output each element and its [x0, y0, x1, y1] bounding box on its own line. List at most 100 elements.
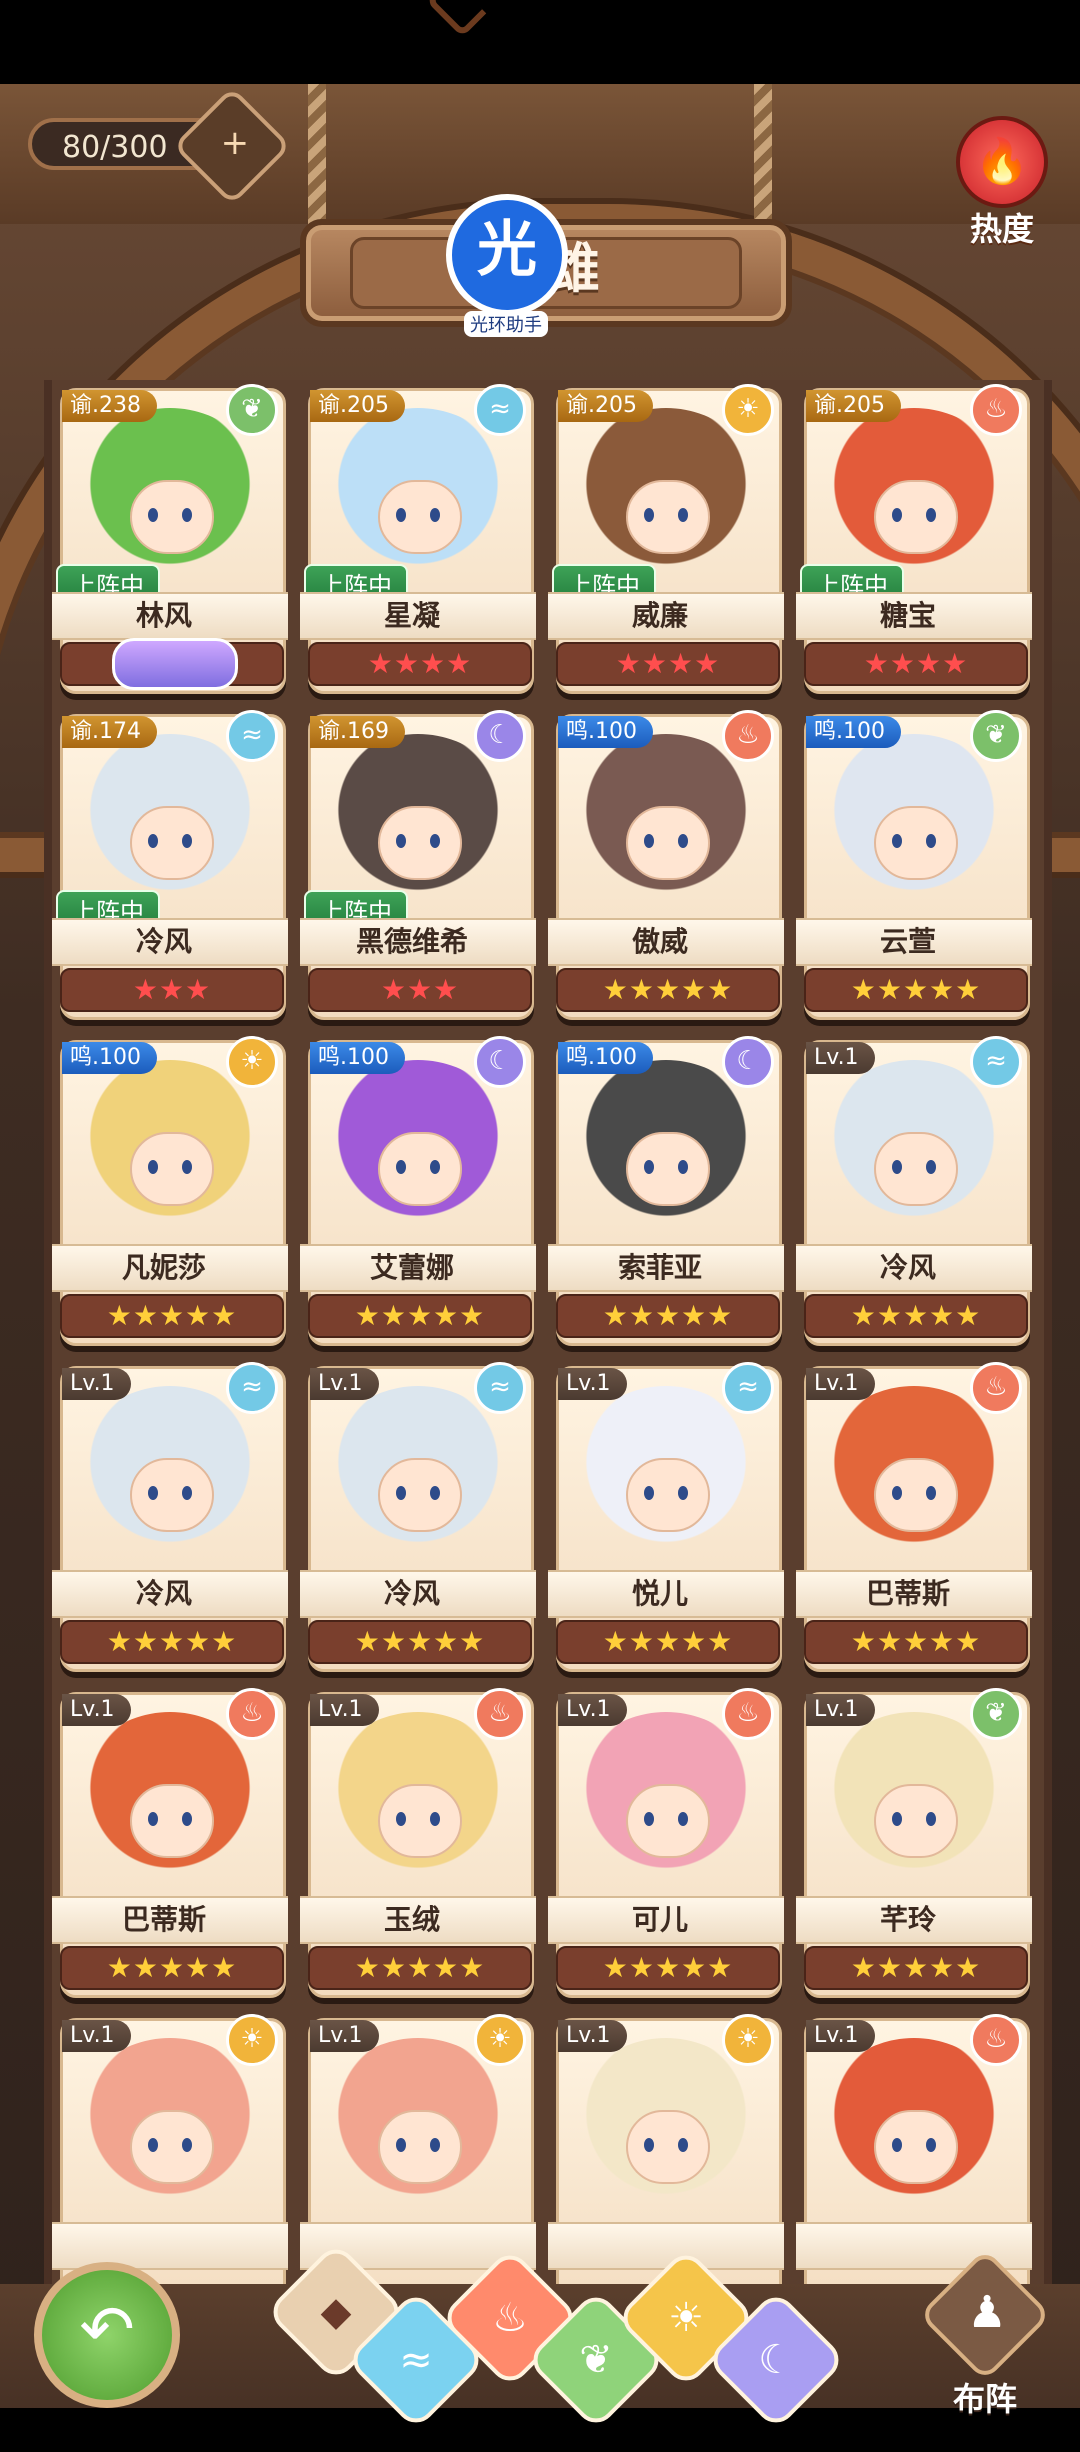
hero-eye	[430, 1160, 440, 1174]
hero-card[interactable]: 谕.174 ≈ 上阵中 冷风 ★★★	[52, 706, 300, 1032]
name-ribbon: 索菲亚	[548, 1244, 784, 1292]
formation-label: 布阵	[952, 2380, 1017, 2418]
level-tag: Lv.1	[310, 1368, 379, 1400]
hero-eye	[182, 1486, 192, 1500]
hero-name: 黑德维希	[355, 925, 468, 958]
star-rating: ★★★	[132, 973, 212, 1006]
hero-card[interactable]: Lv.1 ♨ 巴蒂斯 ★★★★★	[796, 1358, 1044, 1684]
hero-face	[874, 1784, 958, 1858]
popularity-button[interactable]: 🔥 热度	[952, 116, 1052, 250]
level-tag: Lv.1	[558, 1368, 627, 1400]
hero-card[interactable]: Lv.1 ≈ 冷风 ★★★★★	[796, 1032, 1044, 1358]
name-ribbon: 冷风	[52, 1570, 288, 1618]
level-tag: 谕.205	[310, 390, 405, 422]
hero-face	[874, 1458, 958, 1532]
hero-eye	[678, 1812, 688, 1826]
hero-card[interactable]: Lv.1 ≈ 冷风 ★★★★★	[52, 1358, 300, 1684]
level-tag: Lv.1	[62, 2020, 131, 2052]
hero-card[interactable]: 鸣.100 ☾ 艾蕾娜 ★★★★★	[300, 1032, 548, 1358]
hero-card[interactable]: 鸣.100 ❦ 云萱 ★★★★★	[796, 706, 1044, 1032]
hero-eye	[892, 508, 902, 522]
hero-card[interactable]: Lv.1 ❦ 芊玲 ★★★★★	[796, 1684, 1044, 2010]
hero-eye	[926, 2138, 936, 2152]
hero-name: 芊玲	[879, 1903, 936, 1936]
hero-name: 糖宝	[879, 599, 936, 632]
plus-icon: +	[220, 123, 250, 164]
level-tag: Lv.1	[806, 2020, 875, 2052]
level-tag: 谕.169	[310, 716, 405, 748]
hero-card[interactable]: 鸣.100 ♨ 傲威 ★★★★★	[548, 706, 796, 1032]
star-rating: ★★★★★	[106, 1299, 238, 1332]
hero-card[interactable]: 谕.238 ❦ 上阵中 林风 ★★★★	[52, 380, 300, 706]
hero-face	[378, 806, 462, 880]
hero-card[interactable]: Lv.1 ≈ 冷风 ★★★★★	[300, 1358, 548, 1684]
hero-card[interactable]: Lv.1 ♨ 玉绒 ★★★★★	[300, 1684, 548, 2010]
hero-eye	[182, 1160, 192, 1174]
star-bar: ★★★★	[308, 642, 532, 686]
star-rating: ★★★★★	[602, 1299, 734, 1332]
name-ribbon	[52, 2222, 288, 2270]
star-rating: ★★★★★	[602, 1625, 734, 1658]
hero-name: 凡妮莎	[121, 1251, 206, 1284]
hero-card[interactable]: Lv.1 ♨ 巴蒂斯 ★★★★★	[52, 1684, 300, 2010]
fire-icon: ♨	[970, 2014, 1022, 2066]
hero-name: 悦儿	[631, 1577, 688, 1610]
hero-eye	[644, 508, 654, 522]
formation-button[interactable]: ♟ 布阵	[918, 2248, 1052, 2420]
star-rating: ★★★★★	[106, 1951, 238, 1984]
star-rating: ★★★	[380, 973, 460, 1006]
wind-icon: ≈	[226, 710, 278, 762]
hero-face	[130, 480, 214, 554]
hero-card[interactable]: 谕.205 ≈ 上阵中 星凝 ★★★★	[300, 380, 548, 706]
star-bar: ★★★★★	[60, 1946, 284, 1990]
hero-eye	[892, 1160, 902, 1174]
level-tag: 鸣.100	[310, 1042, 405, 1074]
hero-card[interactable]: 鸣.100 ☾ 索菲亚 ★★★★★	[548, 1032, 796, 1358]
hero-card[interactable]: Lv.1 ♨ 可儿 ★★★★★	[548, 1684, 796, 2010]
hero-eye	[926, 1160, 936, 1174]
fire-icon: ♨	[722, 1688, 774, 1740]
name-ribbon: 冷风	[300, 1570, 536, 1618]
hero-face	[626, 1132, 710, 1206]
leaf-icon: ❦	[226, 384, 278, 436]
moon-icon: ☾	[474, 1036, 526, 1088]
sun-icon: ☀	[722, 384, 774, 436]
back-button[interactable]: ↶	[34, 2262, 180, 2408]
hero-face	[378, 1784, 462, 1858]
watermark-caption: 光环助手	[464, 311, 548, 337]
popularity-label: 热度	[969, 210, 1034, 248]
level-tag: Lv.1	[806, 1368, 875, 1400]
hero-name: 冷风	[135, 925, 192, 958]
hero-card[interactable]: 谕.205 ♨ 上阵中 糖宝 ★★★★	[796, 380, 1044, 706]
hero-eye	[678, 1486, 688, 1500]
hero-card[interactable]: 谕.205 ☀ 上阵中 威廉 ★★★★	[548, 380, 796, 706]
star-rating: ★★★★★	[850, 1951, 982, 1984]
name-ribbon: 芊玲	[796, 1896, 1032, 1944]
hero-name: 林风	[135, 599, 192, 632]
hero-eye	[644, 834, 654, 848]
name-ribbon: 巴蒂斯	[52, 1896, 288, 1944]
hero-face	[130, 1784, 214, 1858]
level-tag: Lv.1	[558, 2020, 627, 2052]
hero-card[interactable]: Lv.1 ≈ 悦儿 ★★★★★	[548, 1358, 796, 1684]
star-bar: ★★★★★	[308, 1620, 532, 1664]
watermark-badge: 光	[446, 194, 568, 316]
hero-name: 傲威	[631, 925, 688, 958]
moon-icon: ☾	[722, 1036, 774, 1088]
hero-card[interactable]: 鸣.100 ☀ 凡妮莎 ★★★★★	[52, 1032, 300, 1358]
hero-name: 艾蕾娜	[369, 1251, 454, 1284]
hero-card[interactable]: 谕.169 ☾ 上阵中 黑德维希 ★★★	[300, 706, 548, 1032]
chess-icon: ♟	[918, 2248, 1052, 2382]
name-ribbon: 凡妮莎	[52, 1244, 288, 1292]
hero-eye	[678, 508, 688, 522]
name-ribbon: 冷风	[796, 1244, 1032, 1292]
fire-icon: ♨	[970, 1362, 1022, 1414]
hero-eye	[644, 1160, 654, 1174]
level-tag: 谕.238	[62, 390, 157, 422]
name-ribbon: 玉绒	[300, 1896, 536, 1944]
hero-eye	[182, 508, 192, 522]
name-ribbon: 云萱	[796, 918, 1032, 966]
star-rating: ★★★★★	[850, 973, 982, 1006]
hero-eye	[430, 2138, 440, 2152]
hero-eye	[182, 834, 192, 848]
